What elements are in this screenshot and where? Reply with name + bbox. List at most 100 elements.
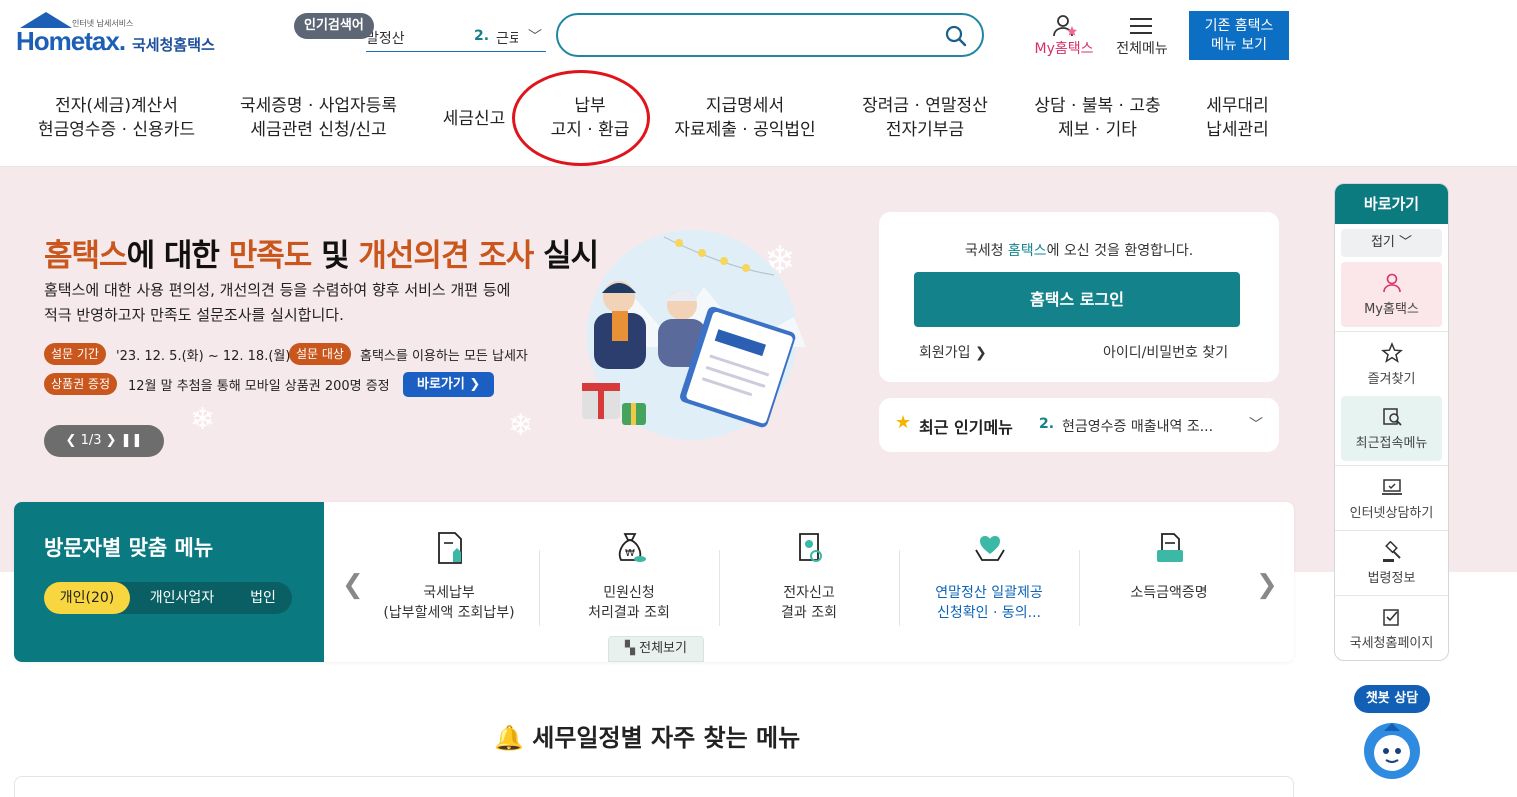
gnb-item-tax-filing[interactable]: 세금신고 — [438, 107, 510, 163]
chevron-left-icon[interactable]: ❮ — [342, 570, 364, 600]
star-icon: ★ — [895, 412, 912, 433]
gnb-line2: 납세관리 — [1206, 120, 1269, 140]
menu-line2: 결과 조회 — [781, 605, 837, 621]
svg-text:₩: ₩ — [625, 548, 635, 559]
gnb-line1: 지급명세서 — [705, 96, 785, 116]
recent-search-icon — [1383, 408, 1402, 426]
popular-rank: 2. — [474, 28, 490, 44]
quick-favorites[interactable]: 즐겨찾기 — [1335, 331, 1448, 396]
menu-line2: 신청확인 · 동의... — [937, 605, 1041, 621]
view-all-button[interactable]: ▚ 전체보기 — [608, 636, 704, 662]
star-outline-icon — [1381, 342, 1403, 363]
menu-civil-petition[interactable]: ₩ 민원신청 처리결과 조회 — [539, 530, 719, 630]
search-box[interactable] — [556, 13, 984, 57]
survey-illustration — [582, 230, 806, 440]
visitor-menu-header: 방문자별 맞춤 메뉴 개인(20) 개인사업자 법인 — [14, 502, 324, 662]
logo-korean: 국세청홈택스 — [132, 36, 215, 54]
welcome-part: 홈택스 — [1007, 243, 1047, 259]
welcome-part: 국세청 — [964, 243, 1008, 259]
gnb-line1: 국세증명 · 사업자등록 — [240, 96, 397, 116]
hero-title-part: 에 대한 — [126, 238, 229, 274]
gnb-line2: 현금영수증 · 신용카드 — [38, 120, 195, 140]
visitor-tabs: 개인(20) 개인사업자 법인 — [44, 582, 292, 614]
period-badge: 설문 기간 — [44, 343, 106, 365]
schedule-card — [14, 776, 1294, 797]
menu-income-certificate[interactable]: 소득금액증명 — [1079, 530, 1259, 630]
schedule-title-text: 세무일정별 자주 찾는 메뉴 — [532, 724, 801, 752]
hero-desc-line: 홈택스에 대한 사용 편의성, 개선의견 등을 수렴하여 향후 서비스 개편 등… — [44, 281, 511, 299]
quick-recent-menu[interactable]: 최근접속메뉴 — [1341, 396, 1442, 461]
recent-popular-menu[interactable]: ★ 최근 인기메뉴 2. 현금영수증 매출내역 조... ﹀ — [879, 398, 1279, 452]
menu-line1: 국세납부 — [423, 585, 475, 601]
chatbot-button[interactable]: 챗봇 상담 — [1354, 685, 1430, 785]
popular-search-badge: 인기검색어 — [294, 13, 374, 39]
hero-title: 홈택스에 대한 만족도 및 개선의견 조사 실시 — [44, 230, 599, 275]
tab-sole-proprietor[interactable]: 개인사업자 — [130, 582, 234, 614]
menu-line1: 전자신고 — [783, 585, 835, 601]
gnb-item-certificates[interactable]: 국세증명 · 사업자등록세금관련 신청/신고 — [236, 94, 401, 150]
gnb-item-incentives[interactable]: 장려금 · 연말정산 전자기부금 — [850, 94, 1000, 150]
hero-desc-line: 적극 반영하고자 만족도 설문조사를 실시합니다. — [44, 306, 344, 324]
menu-line1: 민원신청 — [603, 585, 655, 601]
snowflake-icon: ❄ — [190, 402, 216, 437]
my-hometax-label: My홈택스 — [1034, 41, 1094, 57]
login-button[interactable]: 홈택스 로그인 — [914, 272, 1240, 327]
chevron-right-icon[interactable]: ❯ — [1256, 570, 1278, 600]
old-menu-line1: 기존 홈택스 — [1204, 18, 1274, 34]
gnb-item-payment-statements[interactable]: 지급명세서 자료제출 · 공익법인 — [670, 94, 820, 150]
quick-label: 인터넷상담하기 — [1349, 506, 1434, 521]
welcome-text: 국세청 홈택스에 오신 것을 환영합니다. — [879, 240, 1279, 260]
quick-nts-homepage[interactable]: 국세청홈페이지 — [1335, 595, 1448, 660]
gnb-line2: 세금관련 신청/신고 — [250, 120, 387, 140]
popular-word: 근로 — [496, 31, 518, 47]
goto-survey-button[interactable]: 바로가기 ❯ — [403, 372, 495, 397]
heart-hands-icon — [975, 536, 1005, 561]
quick-law-info[interactable]: 법령정보 — [1335, 530, 1448, 595]
gnb-line1: 전자(세금)계산서 — [55, 96, 178, 116]
user-icon — [1383, 273, 1401, 293]
gift-value: 12월 말 추첨을 통해 모바일 상품권 200명 증정 — [128, 379, 390, 394]
quick-online-consult[interactable]: 인터넷상담하기 — [1335, 465, 1448, 530]
quick-label: 법령정보 — [1367, 571, 1416, 586]
gnb-item-tax-agent[interactable]: 세무대리납세관리 — [1195, 94, 1280, 150]
menu-year-end-settlement[interactable]: 연말정산 일괄제공 신청확인 · 동의... — [899, 530, 1079, 630]
chatbot-label: 챗봇 상담 — [1354, 685, 1430, 713]
hero-description: 홈택스에 대한 사용 편의성, 개선의견 등을 수렴하여 향후 서비스 개편 등… — [44, 278, 564, 328]
certificate-icon — [799, 533, 822, 562]
gnb-line1: 세무대리 — [1206, 96, 1269, 116]
quick-my-hometax[interactable]: My홈택스 — [1341, 262, 1442, 327]
chevron-down-icon[interactable]: ﹀ — [1249, 414, 1263, 434]
gnb-item-consultation[interactable]: 상담 · 불복 · 고충 제보 · 기타 — [1025, 94, 1170, 150]
search-input[interactable] — [578, 23, 938, 47]
fold-button[interactable]: 접기 ﹀ — [1341, 229, 1442, 257]
all-menu-button[interactable]: 전체메뉴 — [1112, 14, 1172, 64]
hero-title-part: 및 — [311, 238, 359, 274]
hamburger-icon — [1130, 18, 1152, 34]
chatbot-mascot-icon — [1364, 723, 1420, 779]
popular-search-ticker[interactable]: 말정산 2. 근로 ﹀ — [366, 26, 546, 52]
monitor-icon — [1382, 479, 1402, 495]
hero-title-part: 만족도 — [228, 238, 313, 274]
old-menu-button[interactable]: 기존 홈택스 메뉴 보기 — [1189, 11, 1289, 60]
hometax-logo[interactable]: 인터넷 납세서비스 Hometax. 국세청홈택스 — [16, 12, 231, 64]
visitor-menu-title: 방문자별 맞춤 메뉴 — [44, 536, 214, 560]
quick-links-title: 바로가기 — [1335, 184, 1448, 224]
find-id-password-link[interactable]: 아이디/비밀번호 찾기 — [1103, 342, 1228, 362]
chevron-down-icon[interactable]: ﹀ — [528, 26, 542, 46]
bell-icon: 🔔 — [494, 724, 524, 752]
my-hometax-button[interactable]: My홈택스 — [1028, 14, 1100, 64]
menu-national-tax-payment[interactable]: 국세납부 (납부할세액 조회납부) — [359, 530, 539, 630]
view-all-label: 전체보기 — [639, 641, 687, 656]
menu-line2: (납부할세액 조회납부) — [383, 605, 515, 621]
tab-corporation[interactable]: 법인 — [234, 582, 292, 614]
tab-individual[interactable]: 개인(20) — [44, 582, 130, 614]
gnb-item-e-invoice[interactable]: 전자(세금)계산서현금영수증 · 신용카드 — [34, 94, 199, 150]
signup-link[interactable]: 회원가입 ❯ — [919, 342, 987, 362]
gnb-line2: 제보 · 기타 — [1058, 120, 1137, 140]
search-icon[interactable] — [944, 24, 968, 48]
banner-pager[interactable]: ❮ 1/3 ❯ ❚❚ — [44, 425, 164, 457]
menu-e-filing-result[interactable]: 전자신고 결과 조회 — [719, 530, 899, 630]
old-menu-line2: 메뉴 보기 — [1211, 37, 1267, 53]
all-menu-label: 전체메뉴 — [1116, 41, 1168, 57]
user-icon — [1053, 15, 1077, 37]
